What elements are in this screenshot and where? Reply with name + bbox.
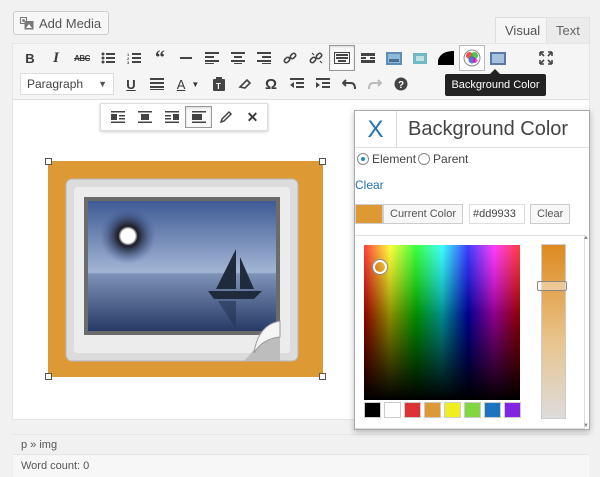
help-icon[interactable]: ?	[388, 71, 414, 97]
keyboard-icon[interactable]	[329, 45, 355, 71]
palette-swatch[interactable]	[424, 402, 441, 418]
close-button[interactable]: X	[355, 111, 397, 148]
selected-image[interactable]	[45, 158, 326, 380]
add-media-label: Add Media	[39, 15, 102, 31]
resize-handle[interactable]	[45, 158, 52, 165]
palette-swatch[interactable]	[404, 402, 421, 418]
fullscreen-icon[interactable]	[533, 45, 559, 71]
underline-icon[interactable]: U	[118, 71, 144, 97]
svg-text:3: 3	[127, 60, 130, 64]
numbered-list-icon[interactable]: 123	[121, 45, 147, 71]
image-inline-toolbar: ✕	[100, 103, 268, 131]
tooltip: Background Color	[445, 69, 546, 96]
special-character-icon[interactable]: Ω	[258, 71, 284, 97]
hue-slider[interactable]	[541, 244, 566, 419]
scroll-down-icon[interactable]: ▼	[583, 423, 589, 429]
paste-as-text-icon[interactable]: T	[206, 71, 232, 97]
justify-icon[interactable]	[144, 71, 170, 97]
align-center-icon[interactable]	[131, 106, 158, 128]
radio-element[interactable]	[357, 153, 369, 165]
svg-text:?: ?	[398, 80, 404, 91]
palette-swatch[interactable]	[464, 402, 481, 418]
radio-parent-label: Parent	[433, 152, 469, 166]
align-center-icon[interactable]	[225, 45, 251, 71]
align-right-icon[interactable]	[158, 106, 185, 128]
scrollbar[interactable]: ▲ ▼	[583, 235, 589, 431]
format-select[interactable]: Paragraph ▼	[20, 73, 114, 95]
background-color-dialog: X Background Color Element Parent Clear …	[354, 110, 590, 430]
palette-swatch[interactable]	[504, 402, 521, 418]
clear-button[interactable]: Clear	[530, 204, 571, 224]
color-picker	[355, 235, 585, 429]
chevron-down-icon: ▼	[98, 79, 107, 89]
edit-icon[interactable]	[212, 106, 239, 128]
resize-handle[interactable]	[319, 373, 326, 380]
align-right-icon[interactable]	[251, 45, 277, 71]
palette-swatch[interactable]	[484, 402, 501, 418]
image-icon[interactable]	[381, 45, 407, 71]
hex-input[interactable]: #dd9933	[469, 204, 526, 224]
image-placeholder-icon	[65, 178, 299, 362]
insert-link-icon[interactable]	[277, 45, 303, 71]
image-tool-icon[interactable]	[485, 45, 511, 71]
italic-icon[interactable]: I	[43, 45, 69, 71]
remove-icon[interactable]: ✕	[239, 106, 266, 128]
color-palette	[364, 402, 521, 418]
scroll-up-icon[interactable]: ▲	[583, 235, 589, 241]
media-icon	[20, 17, 34, 30]
current-color-swatch[interactable]	[355, 204, 383, 224]
radio-element-label: Element	[372, 152, 417, 166]
dialog-title: Background Color	[408, 118, 569, 140]
dialog-header: X Background Color	[355, 111, 589, 148]
background-color-icon[interactable]	[459, 45, 485, 71]
word-count: Word count: 0	[13, 454, 589, 477]
image-small-icon[interactable]	[407, 45, 433, 71]
text-color-icon[interactable]: A ▼	[170, 71, 206, 97]
indent-icon[interactable]	[310, 71, 336, 97]
bullet-list-icon[interactable]	[95, 45, 121, 71]
element-path: p » img	[13, 434, 589, 454]
hue-slider-handle[interactable]	[537, 281, 567, 291]
add-media-button[interactable]: Add Media	[13, 11, 110, 35]
clear-formatting-icon[interactable]	[232, 71, 258, 97]
read-more-icon[interactable]	[355, 45, 381, 71]
blockquote-icon[interactable]: “	[147, 45, 173, 71]
palette-swatch[interactable]	[364, 402, 381, 418]
clear-link[interactable]: Clear	[355, 178, 384, 192]
saturation-cursor[interactable]	[373, 260, 387, 274]
resize-handle[interactable]	[45, 373, 52, 380]
remove-link-icon[interactable]	[303, 45, 329, 71]
svg-text:T: T	[216, 82, 221, 91]
black-shape-icon[interactable]	[433, 45, 459, 71]
no-align-icon[interactable]	[185, 106, 212, 128]
saturation-area[interactable]	[364, 245, 520, 400]
bold-icon[interactable]: B	[17, 45, 43, 71]
format-select-value: Paragraph	[27, 77, 84, 91]
target-options: Element Parent	[357, 152, 468, 166]
align-left-icon[interactable]	[199, 45, 225, 71]
palette-swatch[interactable]	[444, 402, 461, 418]
undo-icon[interactable]	[336, 71, 362, 97]
resize-handle[interactable]	[319, 158, 326, 165]
color-controls: Current Color #dd9933 Clear	[355, 204, 571, 224]
outdent-icon[interactable]	[284, 71, 310, 97]
tab-visual[interactable]: Visual	[495, 17, 551, 43]
palette-swatch[interactable]	[384, 402, 401, 418]
tab-text[interactable]: Text	[546, 17, 590, 43]
horizontal-line-icon[interactable]	[173, 45, 199, 71]
strikethrough-icon[interactable]: ABC	[69, 45, 95, 71]
redo-icon[interactable]	[362, 71, 388, 97]
radio-parent[interactable]	[418, 153, 431, 165]
current-color-button[interactable]: Current Color	[383, 204, 464, 224]
align-left-icon[interactable]	[104, 106, 131, 128]
